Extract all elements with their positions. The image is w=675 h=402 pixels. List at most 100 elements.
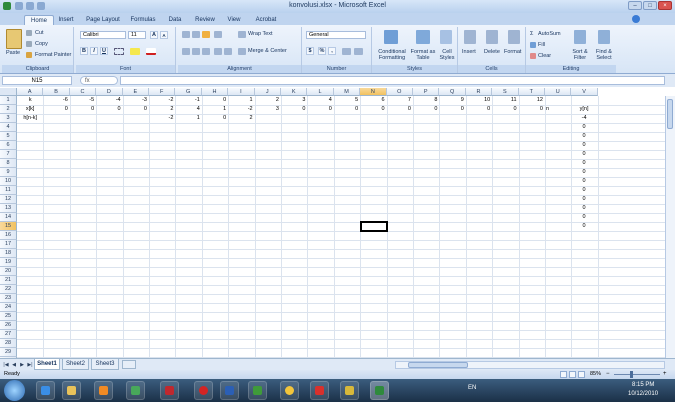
row-header-18[interactable]: 18: [0, 249, 17, 258]
start-orb-icon[interactable]: [4, 380, 25, 401]
cell-i1[interactable]: 1: [229, 96, 253, 105]
top-align-icon[interactable]: [182, 31, 190, 38]
fill-icon[interactable]: [530, 42, 536, 48]
row-header-23[interactable]: 23: [0, 294, 17, 303]
cell-a1[interactable]: k: [18, 96, 42, 105]
cell-t1[interactable]: 12: [520, 96, 543, 105]
clear-button[interactable]: Clear: [538, 53, 551, 59]
cell-t2[interactable]: 0: [520, 105, 543, 114]
row-header-4[interactable]: 4: [0, 123, 17, 132]
cell-l2[interactable]: 0: [308, 105, 332, 114]
name-box[interactable]: N15: [2, 76, 72, 85]
number-format-select[interactable]: General: [306, 31, 366, 39]
decrease-decimal-icon[interactable]: [354, 48, 363, 55]
cell-v4[interactable]: 0: [572, 123, 595, 132]
cell-v15[interactable]: 0: [572, 222, 595, 231]
insert-sheet-icon[interactable]: [122, 360, 136, 369]
column-header-s[interactable]: S: [492, 88, 519, 96]
cell-g2[interactable]: 4: [176, 105, 200, 114]
cell-i2[interactable]: -2: [229, 105, 253, 114]
tab-review[interactable]: Review: [193, 15, 217, 25]
font-size-select[interactable]: 11: [128, 31, 146, 39]
app-icon-yellow[interactable]: [340, 381, 359, 400]
cell-styles-icon[interactable]: [440, 30, 452, 44]
cell-h2[interactable]: 1: [203, 105, 226, 114]
row-header-24[interactable]: 24: [0, 303, 17, 312]
merge-center-icon[interactable]: [238, 48, 246, 55]
tab-data[interactable]: Data: [166, 15, 184, 25]
row-header-10[interactable]: 10: [0, 177, 17, 186]
font-color-icon[interactable]: [146, 48, 156, 55]
cell-f1[interactable]: -2: [150, 96, 174, 105]
cell-b1[interactable]: -6: [44, 96, 68, 105]
cell-v14[interactable]: 0: [572, 213, 595, 222]
app-icon-green[interactable]: [248, 381, 267, 400]
insert-function-button[interactable]: fx: [80, 76, 118, 85]
clock-time[interactable]: 8:15 PM: [632, 382, 654, 388]
decrease-indent-icon[interactable]: [214, 48, 222, 55]
cell-d2[interactable]: 0: [97, 105, 121, 114]
merge-center-button[interactable]: Merge & Center: [248, 48, 287, 54]
borders-icon[interactable]: [114, 48, 124, 55]
italic-button[interactable]: I: [90, 47, 98, 55]
column-header-v[interactable]: V: [571, 88, 598, 96]
wrap-text-icon[interactable]: [238, 31, 246, 38]
find-select-button[interactable]: Find & Select: [592, 49, 616, 61]
first-sheet-icon[interactable]: |◀: [2, 361, 10, 369]
worksheet-grid[interactable]: ABCDEFGHIJKLMNOPQRSTUV 1 2 3 4 5 6 7 8 9 10 11 12 13…: [0, 88, 675, 367]
cell-l1[interactable]: 4: [308, 96, 332, 105]
cell-v8[interactable]: 0: [572, 159, 595, 168]
conditional-formatting-icon[interactable]: [384, 30, 398, 44]
prev-sheet-icon[interactable]: ◀: [10, 361, 18, 369]
row-header-14[interactable]: 14: [0, 213, 17, 222]
orientation-icon[interactable]: [214, 31, 222, 38]
acrobat-icon[interactable]: [310, 381, 329, 400]
zoom-in-icon[interactable]: +: [663, 371, 669, 377]
cell-v13[interactable]: 0: [572, 204, 595, 213]
cell-v3[interactable]: -4: [572, 114, 595, 123]
sort-filter-button[interactable]: Sort & Filter: [568, 49, 592, 61]
column-header-d[interactable]: D: [96, 88, 123, 96]
increase-decimal-icon[interactable]: [342, 48, 351, 55]
close-button[interactable]: ×: [658, 1, 672, 10]
help-icon[interactable]: [632, 15, 640, 23]
column-header-e[interactable]: E: [122, 88, 149, 96]
column-header-i[interactable]: I: [228, 88, 255, 96]
column-header-g[interactable]: G: [175, 88, 202, 96]
align-right-icon[interactable]: [202, 48, 210, 55]
cell-v6[interactable]: 0: [572, 141, 595, 150]
row-header-11[interactable]: 11: [0, 186, 17, 195]
page-break-view-icon[interactable]: [578, 371, 585, 378]
middle-align-icon[interactable]: [192, 31, 200, 38]
align-center-icon[interactable]: [192, 48, 200, 55]
cell-g3[interactable]: 1: [176, 114, 200, 123]
currency-button[interactable]: $: [306, 47, 314, 55]
increase-indent-icon[interactable]: [224, 48, 232, 55]
paste-icon[interactable]: [6, 29, 22, 49]
cell-a2[interactable]: x[k]: [18, 105, 42, 114]
cell-g1[interactable]: -1: [176, 96, 200, 105]
cell-s2[interactable]: 0: [493, 105, 517, 114]
cell-a3[interactable]: h[n-k]: [18, 114, 42, 123]
row-header-15[interactable]: 15: [0, 222, 17, 231]
bottom-align-icon[interactable]: [202, 31, 210, 38]
conditional-formatting-button[interactable]: Conditional Formatting: [374, 49, 410, 61]
cell-o1[interactable]: 7: [388, 96, 411, 105]
cell-u2[interactable]: n: [546, 105, 569, 114]
cell-q1[interactable]: 9: [440, 96, 464, 105]
comma-button[interactable]: ,: [328, 47, 336, 55]
sort-filter-icon[interactable]: [574, 30, 586, 44]
cut-icon[interactable]: [26, 30, 32, 36]
tab-insert[interactable]: Insert: [55, 15, 77, 25]
fill-color-icon[interactable]: [130, 48, 140, 55]
row-header-7[interactable]: 7: [0, 150, 17, 159]
cell-e1[interactable]: -3: [124, 96, 147, 105]
maximize-button[interactable]: □: [643, 1, 657, 10]
clear-icon[interactable]: [530, 53, 536, 59]
cell-j1[interactable]: 2: [256, 96, 279, 105]
cell-k2[interactable]: 0: [282, 105, 305, 114]
row-header-21[interactable]: 21: [0, 276, 17, 285]
row-header-3[interactable]: 3: [0, 114, 17, 123]
cell-o2[interactable]: 0: [388, 105, 411, 114]
row-header-22[interactable]: 22: [0, 285, 17, 294]
